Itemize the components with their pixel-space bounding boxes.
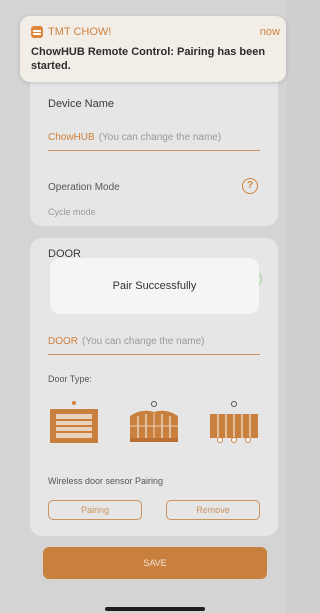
device-name-title: Device Name bbox=[48, 98, 115, 110]
device-card: Device Name ChowHUB (You can change the n… bbox=[30, 74, 278, 226]
push-notification[interactable]: TMT CHOW! now ChowHUB Remote Control: Pa… bbox=[20, 16, 286, 82]
home-indicator[interactable] bbox=[105, 607, 205, 611]
pair-success-toast: Pair Successfully bbox=[50, 258, 259, 314]
door-name-value: DOOR bbox=[48, 336, 78, 347]
door-name-placeholder: (You can change the name) bbox=[82, 336, 205, 347]
sensor-pairing-label: Wireless door sensor Pairing bbox=[48, 476, 164, 486]
notification-app-name: TMT CHOW! bbox=[48, 26, 112, 38]
pairing-button[interactable]: Pairing bbox=[48, 500, 142, 520]
arched-gate-icon[interactable] bbox=[126, 400, 182, 446]
device-name-underline bbox=[48, 150, 260, 151]
notification-message: ChowHUB Remote Control: Pairing has been… bbox=[31, 46, 266, 72]
sliding-gate-icon[interactable] bbox=[206, 400, 262, 446]
door-type-label: Door Type: bbox=[48, 374, 92, 384]
notification-time: now bbox=[259, 26, 280, 38]
operation-mode-value[interactable]: Cycle mode bbox=[48, 207, 96, 217]
save-button[interactable]: SAVE bbox=[43, 547, 267, 579]
door-name-field[interactable]: DOOR (You can change the name) bbox=[48, 336, 205, 347]
device-name-field[interactable]: ChowHUB (You can change the name) bbox=[48, 132, 221, 143]
device-name-placeholder: (You can change the name) bbox=[98, 132, 222, 143]
operation-mode-label: Operation Mode bbox=[48, 182, 120, 193]
device-name-value: ChowHUB bbox=[48, 132, 95, 143]
remove-button[interactable]: Remove bbox=[166, 500, 260, 520]
help-icon[interactable]: ? bbox=[242, 178, 258, 194]
door-name-underline bbox=[48, 354, 260, 355]
app-logo-icon bbox=[31, 26, 43, 38]
garage-door-icon[interactable] bbox=[46, 400, 102, 446]
